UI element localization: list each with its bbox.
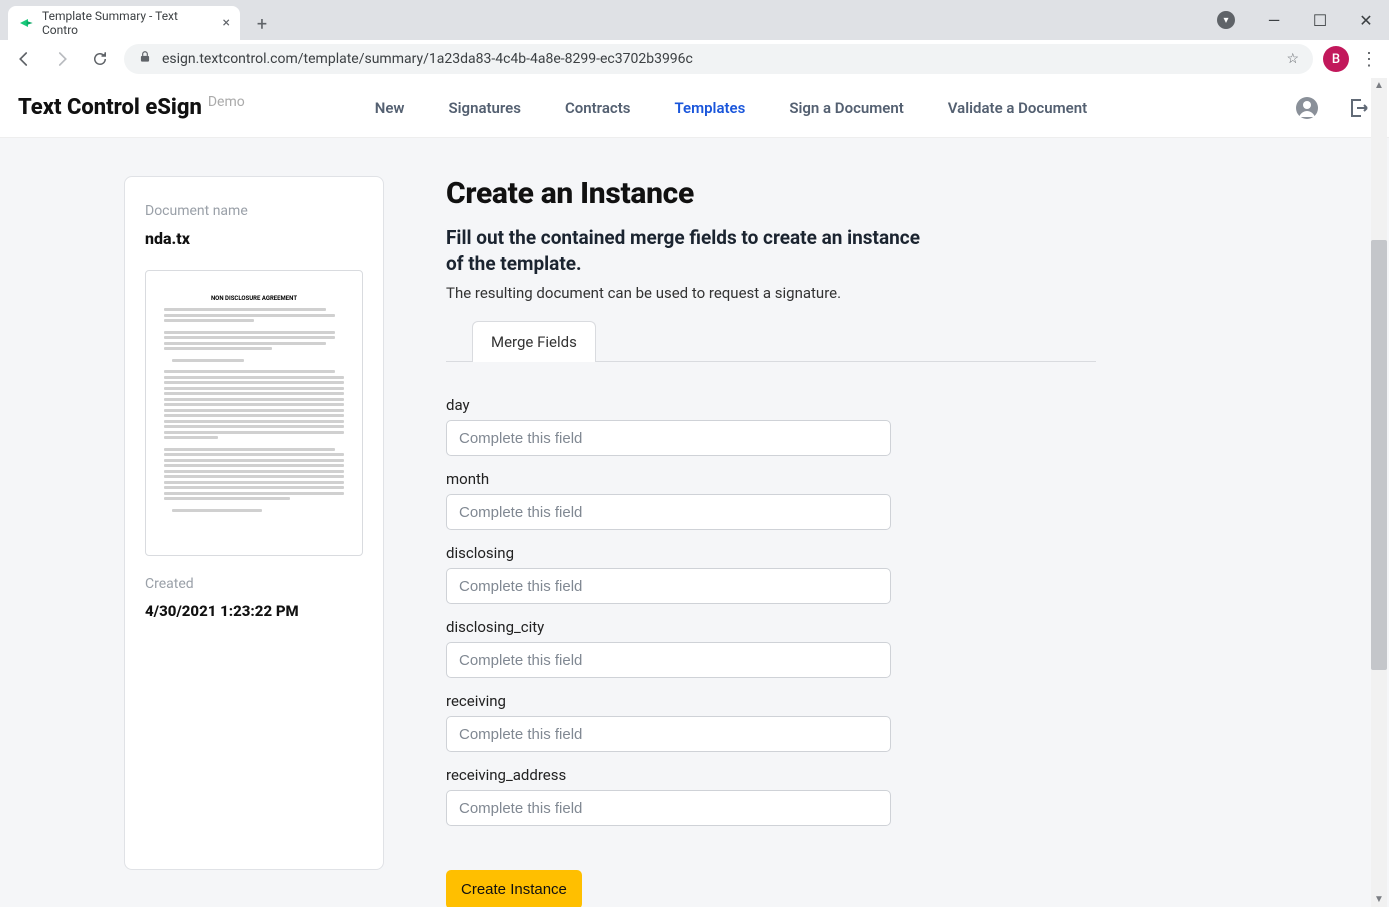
- field-input-month[interactable]: [446, 494, 891, 530]
- account-icon[interactable]: [1295, 96, 1319, 120]
- nav-signatures[interactable]: Signatures: [448, 99, 520, 117]
- browser-menu-icon[interactable]: ⋮: [1359, 49, 1379, 70]
- page-title: Create an Instance: [446, 176, 1096, 211]
- nav-new[interactable]: New: [375, 99, 405, 117]
- created-value: 4/30/2021 1:23:22 PM: [145, 602, 363, 620]
- logout-icon[interactable]: [1347, 96, 1371, 120]
- document-name: nda.tx: [145, 229, 363, 248]
- field-label-receiving: receiving: [446, 692, 1096, 710]
- tab-title: Template Summary - Text Contro: [42, 9, 215, 37]
- created-label: Created: [145, 576, 363, 592]
- document-name-label: Document name: [145, 203, 363, 219]
- field-input-receiving-address[interactable]: [446, 790, 891, 826]
- nav-validate[interactable]: Validate a Document: [948, 99, 1087, 117]
- page-description: The resulting document can be used to re…: [446, 284, 1096, 302]
- tab-favicon-icon: [18, 15, 34, 31]
- brand-suffix: Demo: [208, 94, 245, 110]
- create-instance-button[interactable]: Create Instance: [446, 870, 582, 907]
- field-input-receiving[interactable]: [446, 716, 891, 752]
- app-header: Text Control eSign Demo New Signatures C…: [0, 78, 1389, 138]
- back-button[interactable]: [10, 45, 38, 73]
- new-tab-button[interactable]: +: [248, 10, 276, 38]
- tabs-row: Merge Fields: [446, 320, 1096, 362]
- forward-button[interactable]: [48, 45, 76, 73]
- main-content: Create an Instance Fill out the containe…: [446, 176, 1096, 907]
- browser-tab[interactable]: Template Summary - Text Contro ×: [8, 6, 240, 40]
- window-minimize-icon[interactable]: —: [1251, 0, 1297, 40]
- preview-title: NON DISCLOSURE AGREEMENT: [164, 295, 344, 302]
- account-chevron-icon[interactable]: ▾: [1205, 0, 1251, 40]
- tab-merge-fields[interactable]: Merge Fields: [472, 321, 596, 362]
- page-body: Document name nda.tx NON DISCLOSURE AGRE…: [0, 138, 1389, 907]
- field-input-disclosing[interactable]: [446, 568, 891, 604]
- bookmark-star-icon[interactable]: ☆: [1286, 51, 1299, 67]
- window-controls: ▾ — ☐ ✕: [1205, 0, 1389, 40]
- nav-sign[interactable]: Sign a Document: [789, 99, 903, 117]
- address-bar[interactable]: esign.textcontrol.com/template/summary/1…: [124, 44, 1313, 74]
- reload-button[interactable]: [86, 45, 114, 73]
- field-input-disclosing-city[interactable]: [446, 642, 891, 678]
- browser-chrome: Template Summary - Text Contro × + ▾ — ☐…: [0, 0, 1389, 78]
- field-label-month: month: [446, 470, 1096, 488]
- page-subtitle: Fill out the contained merge fields to c…: [446, 225, 926, 276]
- brand-title: Text Control eSign: [18, 95, 202, 120]
- main-nav: New Signatures Contracts Templates Sign …: [375, 99, 1087, 117]
- field-label-disclosing-city: disclosing_city: [446, 618, 1096, 636]
- document-sidebar: Document name nda.tx NON DISCLOSURE AGRE…: [124, 176, 384, 870]
- url-text: esign.textcontrol.com/template/summary/1…: [162, 51, 693, 67]
- field-label-receiving-address: receiving_address: [446, 766, 1096, 784]
- window-maximize-icon[interactable]: ☐: [1297, 0, 1343, 40]
- browser-toolbar: esign.textcontrol.com/template/summary/1…: [0, 40, 1389, 78]
- tab-close-icon[interactable]: ×: [223, 15, 230, 31]
- profile-avatar[interactable]: B: [1323, 46, 1349, 72]
- field-label-day: day: [446, 396, 1096, 414]
- nav-templates[interactable]: Templates: [674, 99, 745, 117]
- nav-contracts[interactable]: Contracts: [565, 99, 631, 117]
- field-input-day[interactable]: [446, 420, 891, 456]
- document-preview[interactable]: NON DISCLOSURE AGREEMENT: [145, 270, 363, 556]
- window-close-icon[interactable]: ✕: [1343, 0, 1389, 40]
- lock-icon: [138, 50, 152, 68]
- scroll-up-icon[interactable]: ▲: [1374, 80, 1384, 91]
- scroll-down-icon[interactable]: ▼: [1374, 894, 1384, 905]
- field-label-disclosing: disclosing: [446, 544, 1096, 562]
- scroll-thumb[interactable]: [1371, 240, 1387, 670]
